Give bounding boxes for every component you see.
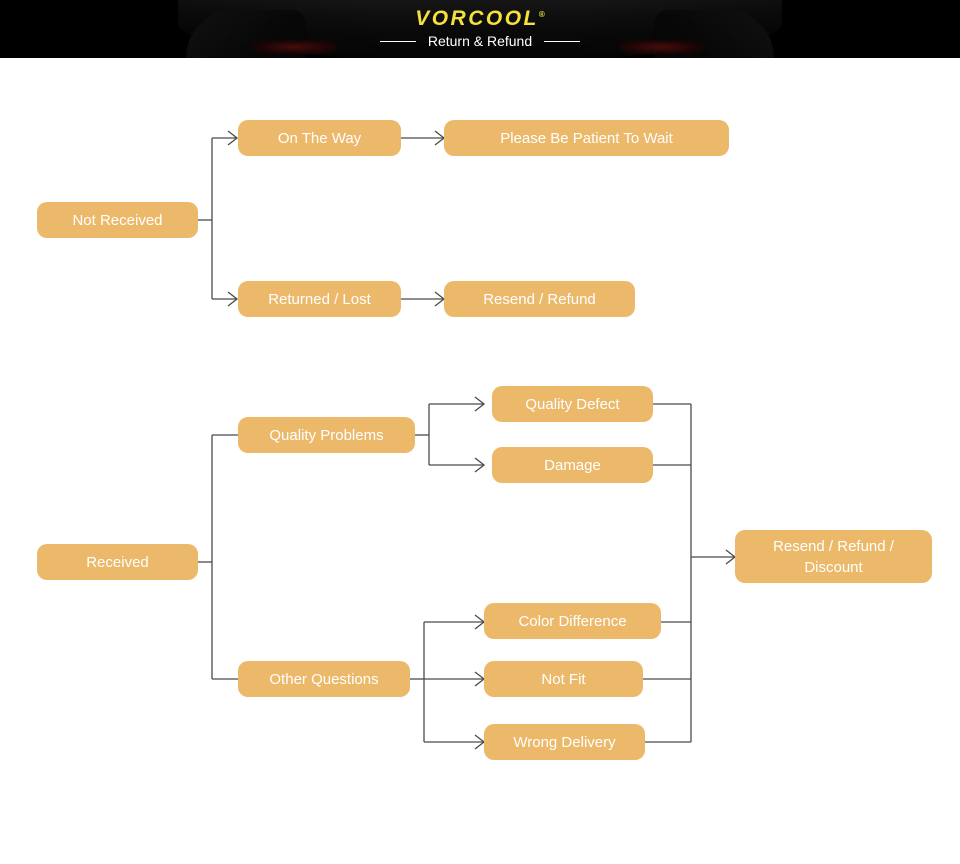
registered-trademark-icon: ® (538, 10, 545, 19)
node-color-difference[interactable]: Color Difference (484, 603, 661, 639)
node-wrong-delivery-label: Wrong Delivery (513, 733, 616, 751)
node-please-be-patient-to-wait-label: Please Be Patient To Wait (500, 129, 673, 147)
node-damage-label: Damage (544, 456, 601, 474)
brand-logo-text: VORCOOL (415, 7, 539, 30)
node-other-questions[interactable]: Other Questions (238, 661, 410, 697)
node-resend-refund-label: Resend / Refund (483, 290, 596, 308)
node-damage[interactable]: Damage (492, 447, 653, 483)
brand-logo: VORCOOL® (0, 3, 960, 31)
node-color-difference-label: Color Difference (518, 612, 627, 630)
subtitle-rule-right (544, 40, 581, 42)
node-please-be-patient-to-wait[interactable]: Please Be Patient To Wait (444, 120, 729, 156)
banner-subtitle: Return & Refund (427, 33, 533, 49)
node-wrong-delivery[interactable]: Wrong Delivery (484, 724, 645, 760)
node-not-received-label: Not Received (72, 211, 163, 229)
page-header-banner: VORCOOL® Return & Refund (0, 0, 960, 58)
subtitle-rule-left (379, 40, 416, 42)
node-returned-lost-label: Returned / Lost (268, 290, 371, 308)
node-resend-refund-discount-label-line2: Discount (804, 558, 863, 576)
node-quality-problems[interactable]: Quality Problems (238, 417, 415, 453)
node-resend-refund-discount-label-line1: Resend / Refund / (773, 537, 894, 555)
banner-subtitle-row: Return & Refund (0, 32, 960, 50)
return-refund-flowchart: Not Received On The Way Please Be Patien… (0, 58, 960, 864)
node-received-label: Received (86, 553, 149, 571)
node-other-questions-label: Other Questions (269, 670, 379, 688)
node-resend-refund[interactable]: Resend / Refund (444, 281, 635, 317)
node-resend-refund-discount[interactable]: Resend / Refund / Discount (735, 530, 932, 583)
node-not-fit[interactable]: Not Fit (484, 661, 643, 697)
node-quality-problems-label: Quality Problems (269, 426, 384, 444)
node-not-fit-label: Not Fit (541, 670, 586, 688)
node-received[interactable]: Received (37, 544, 198, 580)
flowchart-connectors (198, 130, 737, 750)
node-quality-defect[interactable]: Quality Defect (492, 386, 653, 422)
node-quality-defect-label: Quality Defect (525, 395, 620, 413)
node-on-the-way[interactable]: On The Way (238, 120, 401, 156)
node-on-the-way-label: On The Way (277, 129, 362, 147)
node-not-received[interactable]: Not Received (37, 202, 198, 238)
node-returned-lost[interactable]: Returned / Lost (238, 281, 401, 317)
